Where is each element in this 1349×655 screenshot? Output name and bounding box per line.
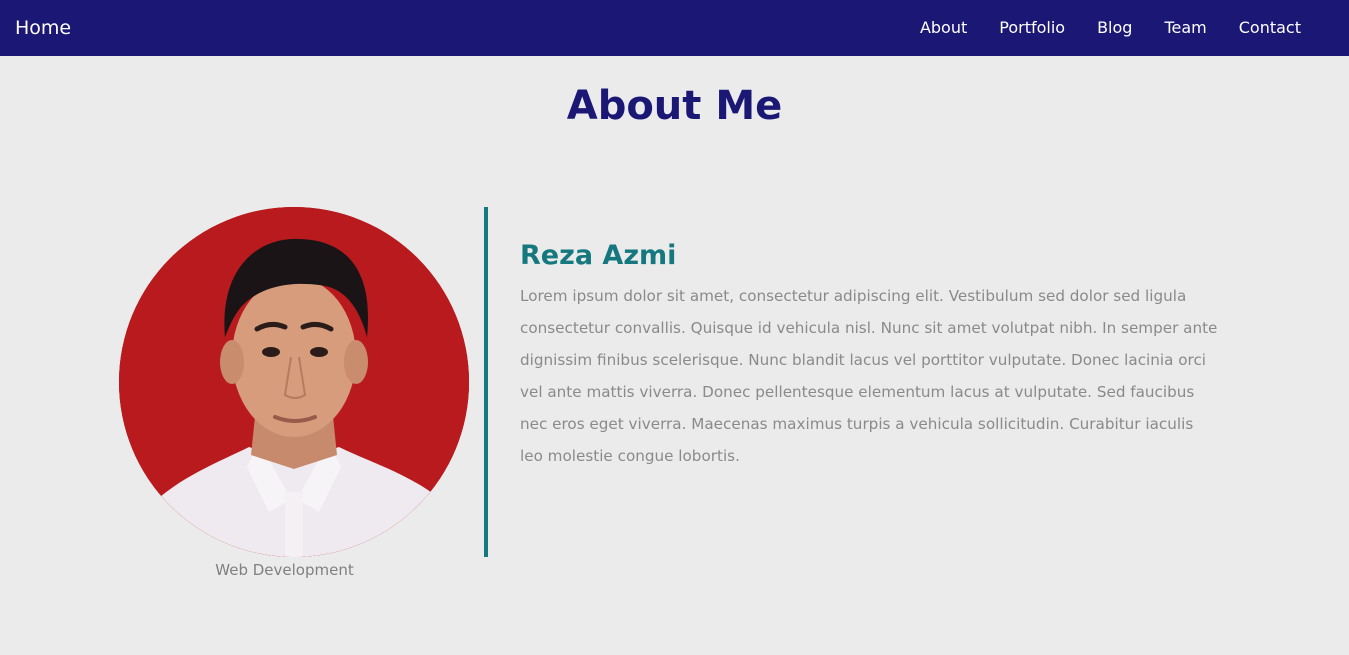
nav-link-portfolio[interactable]: Portfolio [999,18,1065,38]
profile-bio: Lorem ipsum dolor sit amet, consectetur … [520,287,1218,465]
profile-caption: Web Development [215,561,354,579]
vertical-divider [484,207,488,557]
navbar: Home About Portfolio Blog Team Contact [0,0,1349,56]
nav-link-team[interactable]: Team [1164,18,1206,38]
nav-link-contact[interactable]: Contact [1239,18,1301,38]
nav-link-blog[interactable]: Blog [1097,18,1132,38]
nav-link-about[interactable]: About [920,18,967,38]
profile-name: Reza Azmi [520,240,677,271]
page-title: About Me [566,83,783,129]
profile-photo [119,207,469,557]
home-link[interactable]: Home [15,16,71,40]
profile-photo-image [119,207,469,557]
nav-links: About Portfolio Blog Team Contact [888,0,1301,56]
